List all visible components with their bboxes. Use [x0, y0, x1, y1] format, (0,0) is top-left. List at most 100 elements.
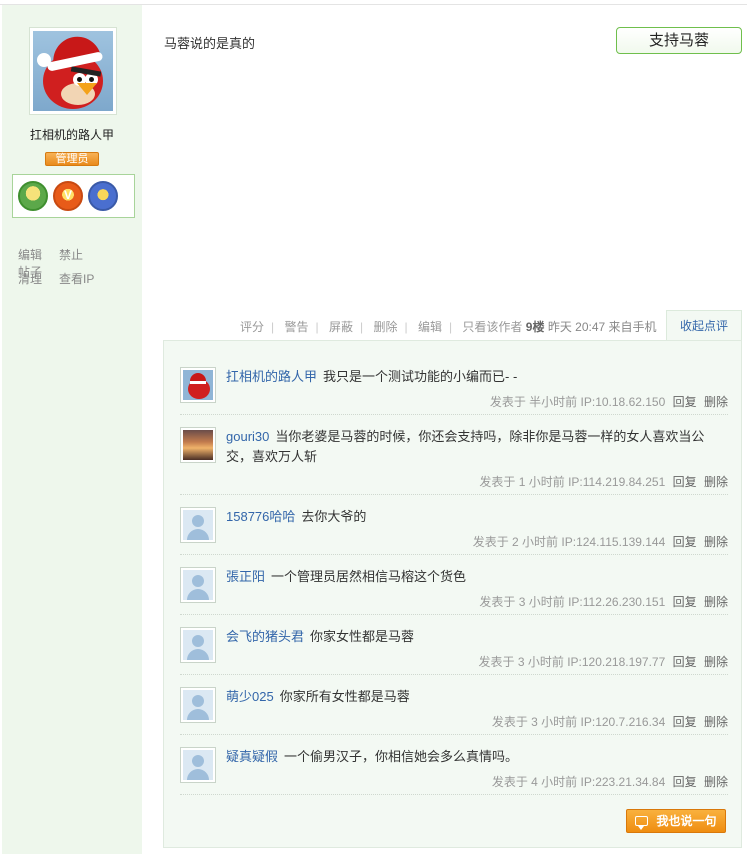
comment-meta: 发表于 4 小时前 IP:223.21.34.84 回复 删除 [492, 773, 728, 790]
comment-meta: 发表于 2 小时前 IP:124.115.139.144 回复 删除 [473, 533, 728, 550]
posted-prefix: 发表于 [489, 395, 526, 409]
posted-prefix: 发表于 [478, 655, 515, 669]
clear-user-link[interactable]: 清理 [18, 270, 42, 287]
default-avatar-icon [183, 630, 213, 660]
commenter-name[interactable]: 張正阳 [226, 569, 265, 584]
reply-link[interactable]: 回复 [673, 775, 697, 789]
block-link[interactable]: 屏蔽 [329, 320, 353, 334]
user-medal-icon[interactable] [18, 181, 48, 211]
post-time: 昨天 20:47 [547, 320, 606, 334]
angry-bird-avatar-icon [183, 370, 213, 400]
comment-text: 去你大爷的 [301, 509, 367, 524]
comment-text: 你家女性都是马蓉 [310, 629, 415, 644]
sunset-avatar-icon [183, 430, 213, 460]
speech-bubble-icon [635, 816, 649, 830]
posted-prefix: 发表于 [491, 775, 528, 789]
comment-text: 当你老婆是马蓉的时候，你还会支持吗，除非你是马蓉一样的女人喜欢当公交，喜欢万人斩 [226, 429, 705, 464]
default-avatar-icon [183, 570, 213, 600]
post-source: 来自手机 [608, 320, 657, 334]
comment-text: 你家所有女性都是马蓉 [279, 689, 410, 704]
commenter-avatar[interactable] [180, 427, 216, 463]
author-name[interactable]: 扛相机的路人甲 [2, 126, 142, 143]
default-avatar-icon [183, 750, 213, 780]
comment-time: 4 小时前 [531, 775, 578, 789]
rate-link[interactable]: 评分 [240, 320, 264, 334]
angry-bird-santa-avatar-icon [33, 31, 113, 111]
shield-medal-icon[interactable] [88, 181, 118, 211]
post-content: 马蓉说的是真的 [164, 36, 256, 51]
comment-ip: IP:10.18.62.150 [580, 395, 666, 409]
reply-link[interactable]: 回复 [673, 395, 697, 409]
comments-panel: 扛相机的路人甲 我只是一个测试功能的小编而已- - 发表于 半小时前 IP:10.… [163, 340, 742, 848]
comment-time: 3 小时前 [517, 655, 564, 669]
comment-ip: IP:120.218.197.77 [567, 655, 666, 669]
comment-item: 萌少025 你家所有女性都是马蓉 发表于 3 小时前 IP:120.7.216.3… [180, 687, 728, 735]
commenter-avatar[interactable] [180, 687, 216, 723]
post-action-bar: 评分 | 警告 | 屏蔽 | 删除 | 编辑 | 只看该作者 9楼 昨天 20:47 来自… [240, 320, 657, 334]
comment-meta: 发表于 半小时前 IP:10.18.62.150 回复 删除 [490, 393, 728, 410]
comment-text: 一个偷男汉子，你相信她会多么真情吗。 [284, 749, 519, 764]
author-avatar[interactable] [29, 27, 117, 115]
comment-meta: 发表于 3 小时前 IP:120.7.216.34 回复 删除 [492, 713, 728, 730]
reply-link[interactable]: 回复 [673, 475, 697, 489]
comment-ip: IP:120.7.216.34 [580, 715, 666, 729]
comment-time: 3 小时前 [531, 715, 578, 729]
commenter-avatar[interactable] [180, 747, 216, 783]
commenter-name[interactable]: 158776哈哈 [226, 509, 295, 524]
edit-link[interactable]: 编辑 [418, 320, 442, 334]
comment-item: 158776哈哈 去你大爷的 发表于 2 小时前 IP:124.115.139.1… [180, 507, 728, 555]
admin-links: 编辑 禁止帖子 清理 查看IP [18, 246, 138, 294]
reply-link[interactable]: 回复 [673, 715, 697, 729]
ban-user-link[interactable]: 禁止 [59, 246, 83, 263]
reply-link[interactable]: 回复 [673, 655, 697, 669]
commenter-name[interactable]: 扛相机的路人甲 [226, 369, 317, 384]
collapse-comments-tab[interactable]: 收起点评 [666, 310, 742, 341]
comment-item: gouri30 当你老婆是马蓉的时候，你还会支持吗，除非你是马蓉一样的女人喜欢当公… [180, 427, 728, 495]
delete-comment-link[interactable]: 删除 [704, 395, 728, 409]
commenter-avatar[interactable] [180, 627, 216, 663]
delete-comment-link[interactable]: 删除 [704, 475, 728, 489]
comment-item: 扛相机的路人甲 我只是一个测试功能的小编而已- - 发表于 半小时前 IP:10.… [180, 367, 728, 415]
comment-item: 会飞的猪头君 你家女性都是马蓉 发表于 3 小时前 IP:120.218.197.… [180, 627, 728, 675]
delete-comment-link[interactable]: 删除 [704, 535, 728, 549]
comment-meta: 发表于 3 小时前 IP:120.218.197.77 回复 删除 [478, 653, 728, 670]
say-button-label: 我也说一句 [656, 814, 717, 828]
edit-user-link[interactable]: 编辑 [18, 246, 42, 263]
role-badge: 管理员 [45, 152, 99, 166]
author-only-link[interactable]: 只看该作者 [462, 320, 522, 334]
commenter-avatar[interactable] [180, 507, 216, 543]
comment-item: 疑真疑假 一个偷男汉子，你相信她会多么真情吗。 发表于 4 小时前 IP:223.… [180, 747, 728, 795]
comment-ip: IP:124.115.139.144 [561, 535, 666, 549]
support-button[interactable]: 支持马蓉 [616, 27, 742, 54]
floor-number[interactable]: 9楼 [526, 320, 545, 334]
comment-text: 我只是一个测试功能的小编而已- - [323, 369, 518, 384]
reply-link[interactable]: 回复 [673, 595, 697, 609]
comment-time: 2 小时前 [512, 535, 559, 549]
comment-text: 一个管理员居然相信马榕这个货色 [271, 569, 467, 584]
delete-comment-link[interactable]: 删除 [704, 655, 728, 669]
comment-ip: IP:114.219.84.251 [568, 475, 666, 489]
warn-link[interactable]: 警告 [284, 320, 308, 334]
posted-prefix: 发表于 [472, 535, 509, 549]
delete-link[interactable]: 删除 [373, 320, 397, 334]
comment-ip: IP:223.21.34.84 [580, 775, 666, 789]
say-something-button[interactable]: 我也说一句 [626, 809, 726, 833]
reply-link[interactable]: 回复 [673, 535, 697, 549]
posted-prefix: 发表于 [479, 475, 516, 489]
posted-prefix: 发表于 [479, 595, 516, 609]
comment-time: 1 小时前 [518, 475, 565, 489]
commenter-name[interactable]: 会飞的猪头君 [226, 629, 304, 644]
v-medal-icon[interactable]: V [53, 181, 83, 211]
commenter-name[interactable]: gouri30 [226, 429, 269, 444]
comment-meta: 发表于 1 小时前 IP:114.219.84.251 回复 删除 [479, 473, 728, 490]
delete-comment-link[interactable]: 删除 [704, 595, 728, 609]
delete-comment-link[interactable]: 删除 [704, 715, 728, 729]
delete-comment-link[interactable]: 删除 [704, 775, 728, 789]
commenter-name[interactable]: 萌少025 [226, 689, 274, 704]
commenter-avatar[interactable] [180, 567, 216, 603]
view-ip-link[interactable]: 查看IP [59, 270, 94, 287]
commenter-name[interactable]: 疑真疑假 [226, 749, 278, 764]
comment-item: 張正阳 一个管理员居然相信马榕这个货色 发表于 3 小时前 IP:112.26.2… [180, 567, 728, 615]
commenter-avatar[interactable] [180, 367, 216, 403]
comment-time: 3 小时前 [518, 595, 565, 609]
